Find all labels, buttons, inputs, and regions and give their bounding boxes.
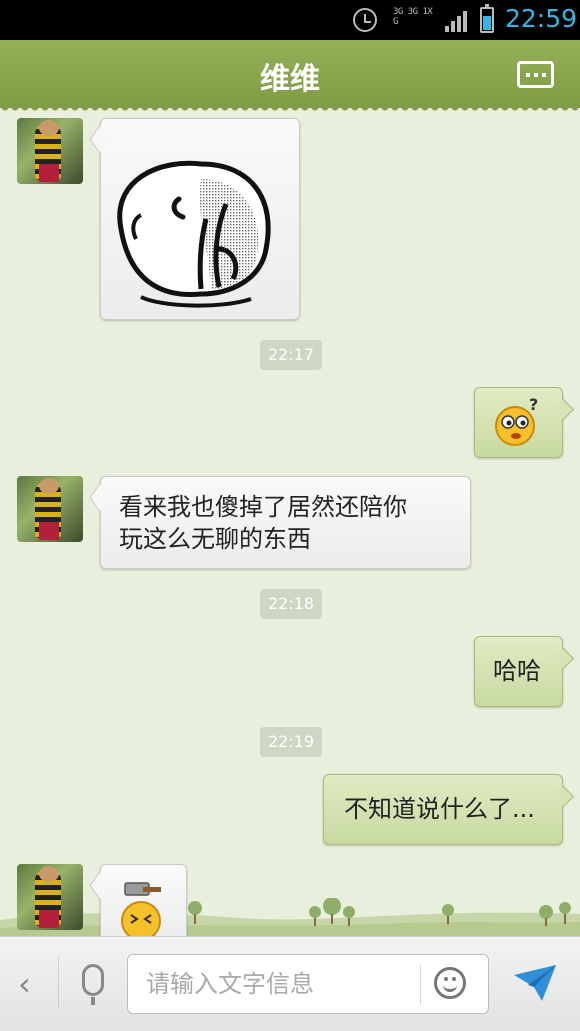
confused-question-emoji: ? (495, 395, 538, 446)
divider (58, 957, 59, 1009)
message-bubble[interactable]: 看来我也傻掉了居然还陪你 玩这么无聊的东西 (100, 476, 471, 569)
timestamp: 22:17 (260, 340, 323, 370)
svg-text:?: ? (529, 395, 538, 414)
landscape-decoration (0, 898, 580, 936)
divider (420, 965, 421, 1005)
crying-face-sticker (117, 160, 271, 308)
contact-avatar[interactable] (17, 476, 83, 542)
emoji-bubble[interactable]: ? (474, 387, 563, 458)
battery-icon (480, 4, 494, 33)
chat-area[interactable]: 22:17 ? 看来我也傻掉了居然还陪你 玩这么无聊的东西 22:18 哈哈 2… (0, 108, 580, 936)
message-input[interactable] (128, 955, 418, 1013)
message-bubble[interactable]: 哈哈 (474, 636, 563, 707)
message-bubble[interactable]: 不知道说什么了... (323, 774, 563, 845)
message-text: 哈哈 (493, 657, 541, 685)
hammer-hit-emoji (121, 882, 161, 936)
timestamp: 22:18 (260, 589, 323, 619)
message-text-line: 看来我也傻掉了居然还陪你 (119, 493, 407, 521)
contact-avatar[interactable] (17, 118, 83, 184)
input-bar: ‹ (0, 936, 580, 1031)
message-text: 不知道说什么了... (344, 795, 535, 823)
microphone-icon[interactable] (82, 964, 104, 1005)
timestamp: 22:19 (260, 727, 323, 757)
status-bar: 3G 3G 1X G 22:59 (0, 0, 580, 40)
emoji-bubble[interactable] (100, 864, 187, 936)
contact-avatar[interactable] (17, 864, 83, 930)
alarm-icon (353, 8, 377, 32)
chat-title: 维维 (260, 62, 320, 97)
back-chevron-icon[interactable]: ‹ (18, 965, 31, 1003)
signal-icon (445, 10, 469, 32)
status-time: 22:59 (505, 4, 578, 33)
more-dots-icon[interactable] (517, 61, 554, 88)
sticker-bubble[interactable] (100, 118, 300, 320)
smiley-icon[interactable] (434, 967, 466, 999)
network-indicator: 3G 3G 1X G (393, 7, 433, 27)
message-text-line: 玩这么无聊的东西 (119, 525, 311, 553)
send-arrow-icon[interactable] (512, 963, 558, 1003)
title-bar: 维维 (0, 40, 580, 113)
